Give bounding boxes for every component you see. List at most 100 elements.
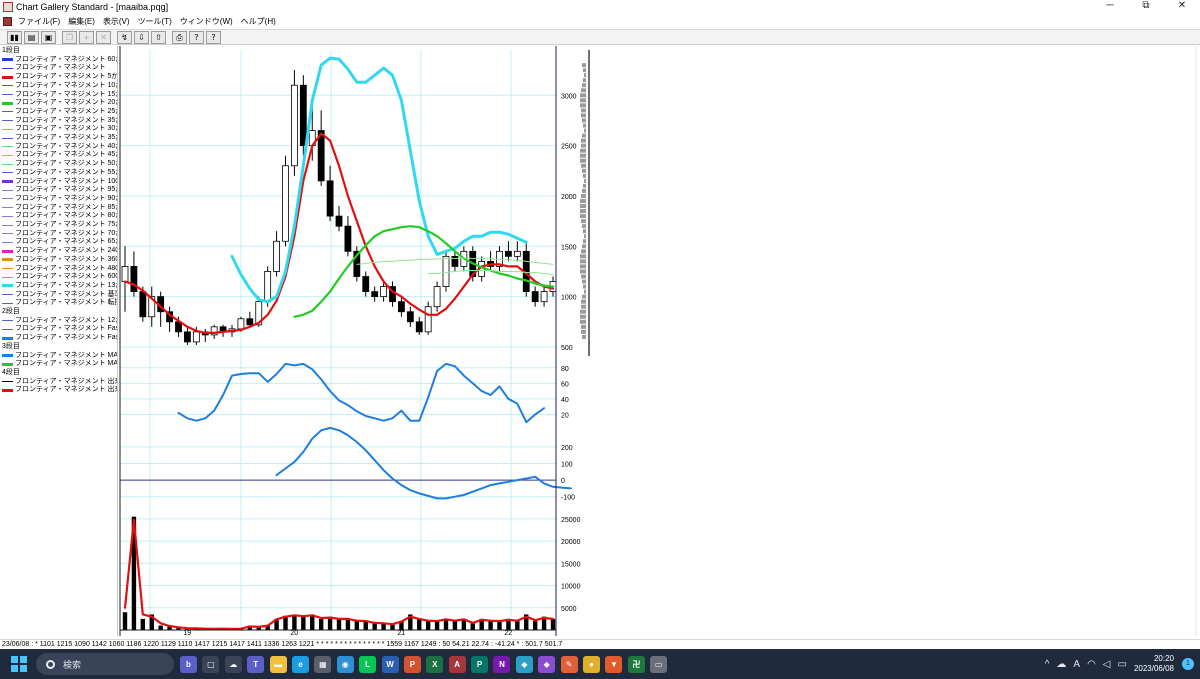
price-volume-bar xyxy=(580,314,586,319)
price-volume-bar xyxy=(584,234,586,239)
battery-icon[interactable]: ▭ xyxy=(1118,659,1127,670)
clock-time: 20:20 xyxy=(1153,654,1174,663)
price-volume-bar xyxy=(582,188,586,193)
y-axis-tick-label: 80 xyxy=(561,366,569,373)
publisher-icon[interactable]: P xyxy=(471,655,489,673)
price-volume-bar xyxy=(584,289,586,294)
y-axis-tick-label: 15000 xyxy=(561,561,581,568)
x-axis-tick-label: 20 xyxy=(290,630,298,637)
volume-icon[interactable]: ◁ xyxy=(1103,659,1111,670)
price-volume-bar xyxy=(582,294,586,299)
price-volume-bar xyxy=(581,219,586,224)
chart-gallery-icon[interactable]: ▭ xyxy=(650,655,668,673)
paint-icon[interactable]: ✎ xyxy=(560,655,578,673)
powerpoint-icon[interactable]: P xyxy=(403,655,421,673)
line-icon[interactable]: L xyxy=(359,655,377,673)
volume-bar xyxy=(497,621,502,630)
price-volume-bar xyxy=(583,183,586,188)
volume-bar xyxy=(140,618,146,630)
volume-bar xyxy=(425,621,431,630)
green-app-icon[interactable]: 卍 xyxy=(627,655,645,673)
price-volume-bar xyxy=(580,319,586,324)
ime-indicator[interactable]: A xyxy=(1073,659,1080,670)
status-bar: 23/06/08 : * 1101 1215 1090 1142 1060 11… xyxy=(0,639,1200,648)
task-view-icon[interactable]: ▢ xyxy=(202,655,220,673)
candle-body xyxy=(273,240,280,272)
price-volume-bar xyxy=(581,329,586,334)
candle-body xyxy=(433,286,441,308)
volume-bar xyxy=(318,618,324,630)
price-volume-bar xyxy=(580,309,586,314)
cloud-icon[interactable]: ☁ xyxy=(1056,659,1066,670)
word-icon[interactable]: W xyxy=(381,655,399,673)
price-volume-bar xyxy=(583,123,586,128)
tray-chevron-icon[interactable]: ^ xyxy=(1045,659,1050,670)
y-axis-tick-label: 40 xyxy=(561,397,569,404)
y-axis-tick-label: 2500 xyxy=(561,144,577,151)
candle-body xyxy=(415,321,423,333)
candle-body xyxy=(246,318,254,326)
price-volume-bar xyxy=(582,224,586,229)
volume-bar xyxy=(550,618,556,630)
taskbar-search[interactable]: 検索 xyxy=(36,653,174,675)
start-button[interactable] xyxy=(11,656,27,672)
clock[interactable]: 20:20 2023/06/08 xyxy=(1134,654,1174,674)
notification-badge[interactable]: 1 xyxy=(1182,658,1194,670)
price-volume-bar xyxy=(581,324,586,329)
price-volume-bar xyxy=(580,98,586,103)
bing-icon[interactable]: b xyxy=(180,655,197,673)
volume-bar xyxy=(292,614,297,630)
wifi-icon[interactable]: ◠ xyxy=(1087,659,1096,670)
candle-body xyxy=(362,276,370,293)
edge-icon[interactable]: e xyxy=(291,655,309,673)
y-axis-tick-label: 100 xyxy=(561,462,573,469)
app-icon-2[interactable]: ◆ xyxy=(538,655,556,673)
x-axis-tick-label: 19 xyxy=(183,630,191,637)
price-volume-bar xyxy=(580,93,586,98)
candle-body xyxy=(121,266,129,282)
price-volume-bar xyxy=(580,204,586,209)
volume-bar xyxy=(417,618,422,630)
price-volume-bar xyxy=(583,78,586,83)
price-volume-bar xyxy=(582,118,586,123)
price-volume-bar xyxy=(583,284,586,289)
price-volume-bar xyxy=(583,229,586,234)
onenote-icon[interactable]: N xyxy=(493,655,511,673)
volume-bar xyxy=(372,623,377,630)
price-volume-bar xyxy=(583,68,586,73)
volume-bar xyxy=(515,621,520,630)
app-icon-1[interactable]: ◆ xyxy=(515,655,533,673)
volume-bar xyxy=(122,612,128,630)
y-axis-tick-label: 20000 xyxy=(561,539,581,546)
series-line xyxy=(177,362,546,424)
candle-body xyxy=(299,84,307,147)
y-axis-tick-label: 1500 xyxy=(561,244,577,251)
price-volume-bar xyxy=(581,163,586,168)
price-volume-bar xyxy=(582,133,586,138)
price-volume-bar xyxy=(581,143,586,148)
candle-body xyxy=(335,215,343,227)
price-volume-bar xyxy=(580,254,586,259)
price-volume-bar xyxy=(583,239,586,244)
price-volume-bar xyxy=(580,269,586,274)
calculator-icon[interactable]: ▦ xyxy=(314,655,332,673)
price-volume-bar xyxy=(581,108,586,113)
volume-bar xyxy=(345,618,351,630)
chrome-icon[interactable]: ● xyxy=(583,655,601,673)
teams-icon[interactable]: T xyxy=(247,655,265,673)
explorer-icon[interactable]: ▬ xyxy=(269,655,287,673)
price-volume-bar xyxy=(581,88,586,93)
y-axis-tick-label: -100 xyxy=(561,495,575,502)
brave-icon[interactable]: ▼ xyxy=(605,655,623,673)
candle-body xyxy=(264,271,272,303)
price-volume-bar xyxy=(580,209,586,214)
photos-icon[interactable]: ◉ xyxy=(336,655,354,673)
taskbar: 検索 b ▢ ☁ T ▬ e ▦ ◉ L W P X A P N ◆ ◆ ✎ ● ▼ 卍 ▭ ^ ☁ A ◠ ◁ ▭ 20… xyxy=(0,649,1200,679)
search-placeholder: 検索 xyxy=(63,659,82,670)
excel-icon[interactable]: X xyxy=(426,655,444,673)
volume-bar xyxy=(488,621,493,630)
candle-body xyxy=(371,291,379,298)
weather-icon[interactable]: ☁ xyxy=(224,655,242,673)
access-icon[interactable]: A xyxy=(448,655,466,673)
search-icon xyxy=(46,659,55,669)
